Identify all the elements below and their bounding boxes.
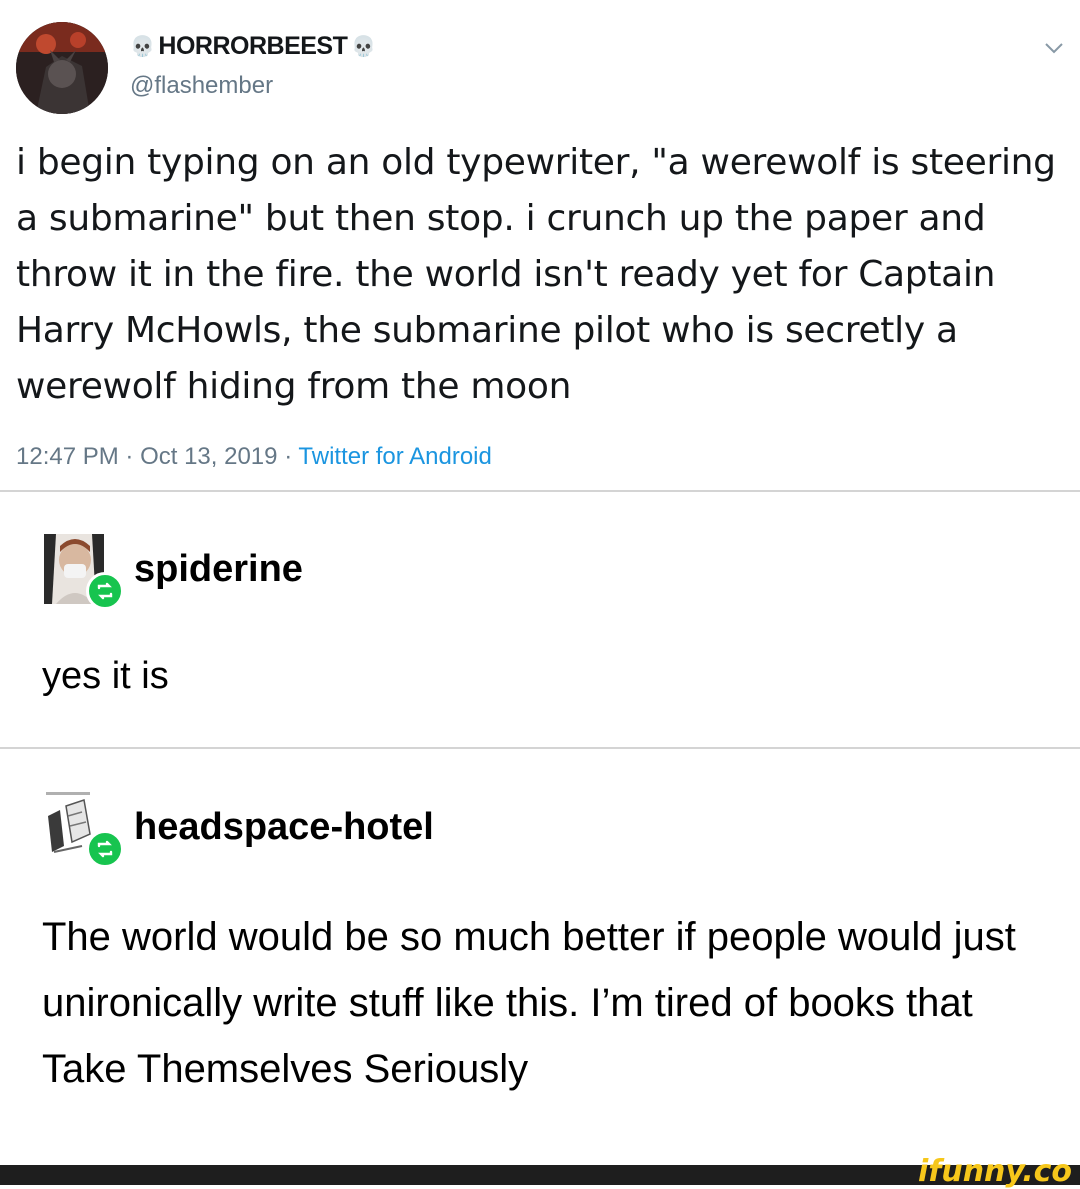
- post-text: The world would be so much better if peo…: [42, 915, 1016, 1091]
- meta-separator: ·: [284, 443, 293, 470]
- post-text: yes it is: [42, 655, 169, 697]
- user-handle[interactable]: @flashember: [130, 72, 273, 100]
- username-headspace-hotel[interactable]: headspace-hotel: [134, 806, 434, 849]
- skull-icon: 💀: [130, 36, 155, 58]
- display-name-row[interactable]: 💀 HORRORBEEST 💀: [130, 32, 376, 61]
- tweet-source-link[interactable]: Twitter for Android: [298, 443, 491, 470]
- display-name: HORRORBEEST: [158, 32, 348, 60]
- chevron-down-icon[interactable]: [1042, 38, 1066, 58]
- skull-icon: 💀: [351, 36, 376, 58]
- username-spiderine[interactable]: spiderine: [134, 548, 303, 591]
- tweet-text: i begin typing on an old typewriter, "a …: [16, 142, 1056, 407]
- section-divider: [0, 490, 1080, 492]
- ifunny-watermark: ifunny.co: [918, 1154, 1072, 1189]
- tweet-metadata: 12:47 PM · Oct 13, 2019 · Twitter for An…: [16, 443, 492, 471]
- reblog-icon: [86, 572, 124, 610]
- profile-avatar[interactable]: [16, 22, 108, 114]
- tweet-time[interactable]: 12:47 PM: [16, 443, 119, 470]
- reblog-icon: [86, 830, 124, 868]
- tweet-card: 💀 HORRORBEEST 💀 @flashember i begin typi…: [0, 0, 1080, 490]
- avatar-spiderine[interactable]: [42, 530, 124, 610]
- meta-separator: ·: [125, 443, 134, 470]
- avatar-headspace-hotel[interactable]: [42, 786, 124, 868]
- tweet-date[interactable]: Oct 13, 2019: [140, 443, 277, 470]
- section-divider: [0, 747, 1080, 749]
